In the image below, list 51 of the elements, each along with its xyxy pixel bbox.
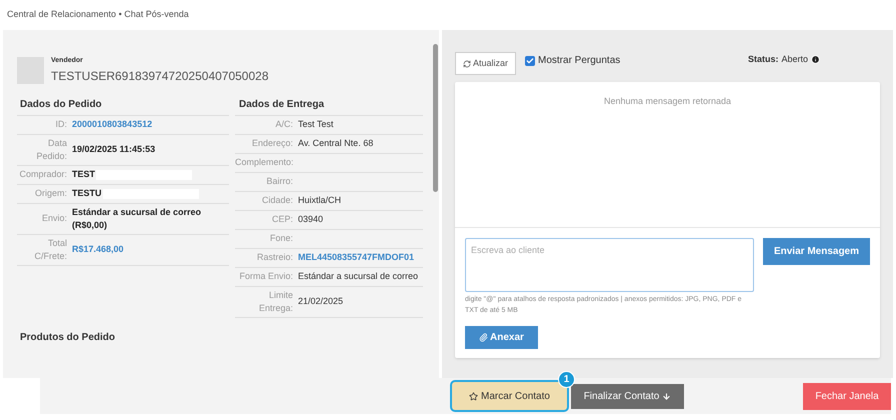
arrow-down-icon (662, 392, 672, 400)
checkbox[interactable] (525, 56, 536, 66)
field-label: Cidade: (260, 194, 293, 207)
field-label: Forma Envio: (238, 270, 293, 283)
breadcrumb: Central de Relacionamento • Chat Pós-venda (7, 8, 189, 22)
field-label: Comprador: (18, 168, 67, 181)
checkbox-label: Mostrar Perguntas (538, 54, 620, 68)
field-value[interactable]: R$17.468,00 (72, 243, 124, 256)
info-icon[interactable] (811, 55, 820, 64)
field-label: Total C/Frete: (33, 236, 67, 262)
empty-message: Nenhuma mensagem retornada (604, 95, 732, 108)
status-label: Status: (748, 53, 778, 66)
field-value: Av. Central Nte. 68 (298, 137, 374, 150)
field-value: 19/02/2025 11:45:53 (72, 143, 156, 156)
field-label: Complemento: (235, 156, 293, 169)
attach-button[interactable]: Anexar (465, 326, 538, 349)
field-value: TEST (72, 168, 96, 181)
section-heading: Produtos do Pedido (19, 330, 116, 344)
field-label: Bairro: (265, 175, 293, 188)
field-label: Endereço: (250, 137, 293, 150)
field-value[interactable]: MEL44508355747FMDOF01 (298, 251, 414, 264)
field-label: Envio: (40, 212, 67, 225)
refresh-button[interactable]: Atualizar (455, 52, 516, 75)
field-value: 03940 (298, 213, 324, 226)
mark-contact-button[interactable]: Marcar Contato (452, 382, 567, 410)
seller-name: TESTUSER69183974720250407050028 (51, 68, 269, 84)
field-label: Rastreio: (256, 251, 293, 264)
field-value: TESTU (72, 187, 102, 200)
field-label: Data Pedido: (35, 136, 67, 162)
star-icon (469, 392, 478, 400)
finish-contact-button[interactable]: Finalizar Contato (571, 384, 684, 408)
message-input[interactable]: Escreva ao cliente (465, 238, 754, 292)
field-label: ID: (54, 118, 67, 131)
field-value: 21/02/2025 (298, 295, 344, 308)
field-label: A/C: (274, 118, 293, 131)
field-value: Estándar a sucursal de correo (298, 270, 418, 283)
field-label: CEP: (270, 213, 293, 226)
section-heading: Dados de Entrega (235, 96, 423, 116)
field-value: Test Test (298, 118, 334, 131)
close-window-button[interactable]: Fechar Janela (803, 382, 891, 410)
field-label: Origem: (34, 187, 67, 200)
refresh-icon (463, 60, 471, 68)
status-value: Aberto (781, 53, 808, 66)
field-value: Estándar a sucursal de correo (R$0,00) (72, 206, 202, 232)
section-heading: Dados do Pedido (17, 96, 229, 116)
field-label: Fone: (268, 232, 293, 245)
field-value: Huixtla/CH (298, 194, 342, 207)
send-message-button[interactable]: Enviar Mensagem (763, 238, 870, 265)
field-label: Limite Entrega: (258, 288, 293, 314)
field-value[interactable]: 2000010803843512 (72, 118, 152, 131)
paperclip-icon (479, 333, 488, 342)
